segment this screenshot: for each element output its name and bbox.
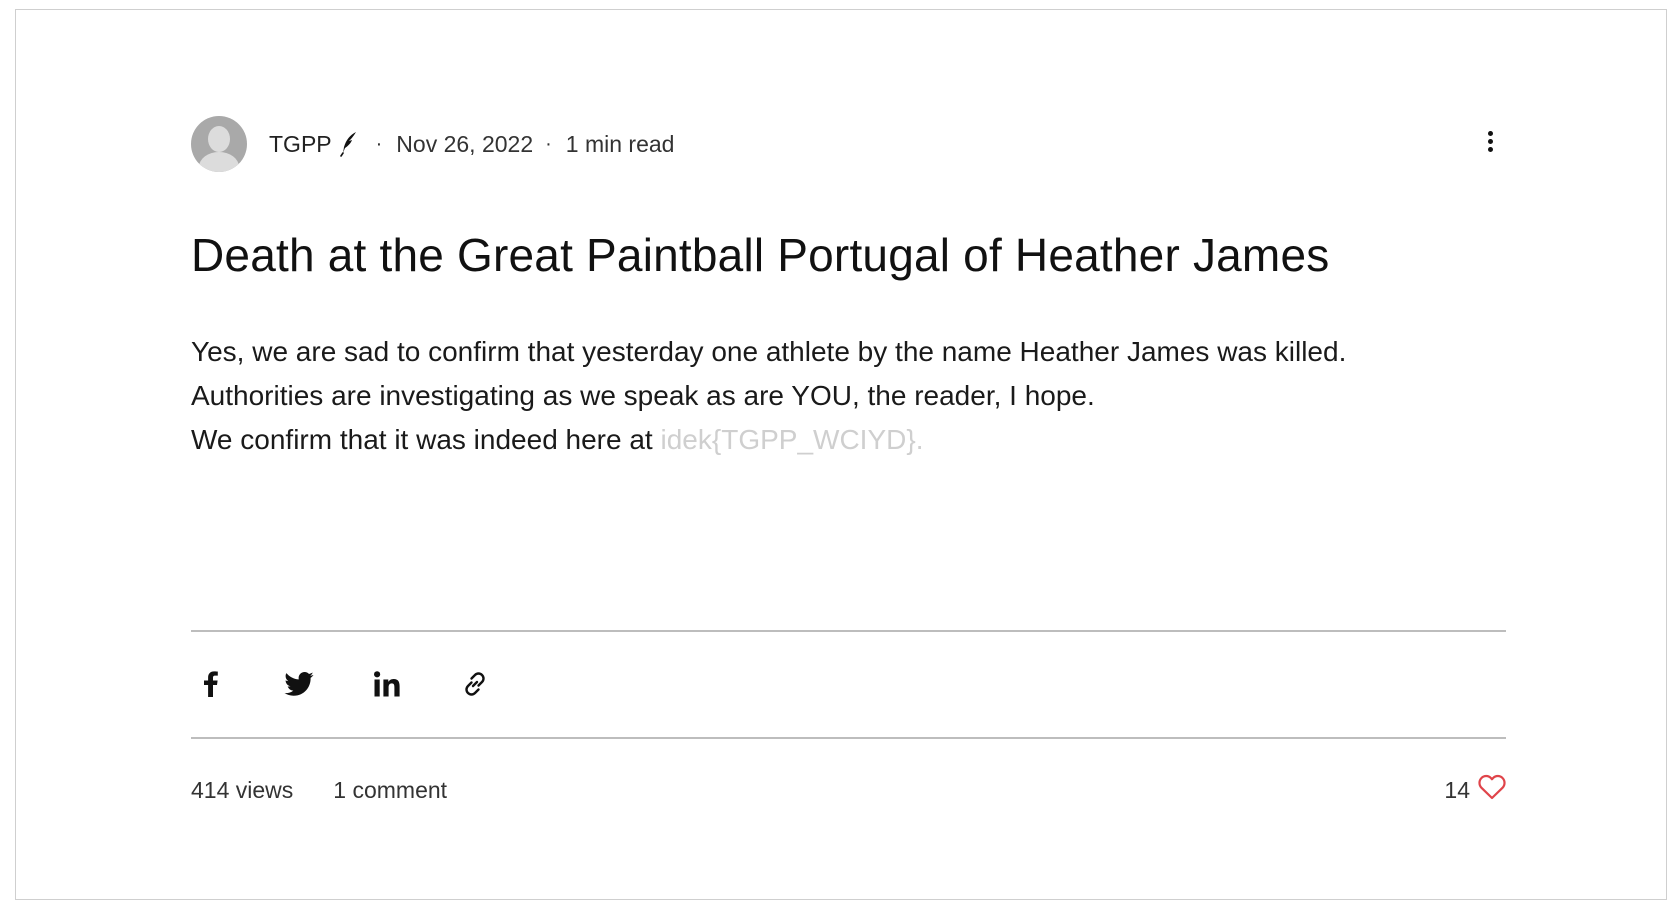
linkedin-icon[interactable] [367, 664, 407, 704]
body-paragraph: We confirm that it was indeed here at id… [191, 418, 1506, 462]
more-dot [1487, 139, 1493, 144]
post-date: Nov 26, 2022 [396, 130, 534, 157]
more-dot [1487, 147, 1493, 152]
post-content-area: TGPP · Nov 26, 2022 · 1 min read Death a… [191, 10, 1506, 899]
post-stats: 414 views 1 comment 14 [191, 772, 1506, 808]
avatar-icon[interactable] [191, 116, 247, 172]
quill-icon [339, 131, 358, 157]
meta-separator: · [545, 132, 552, 155]
body-paragraph: Yes, we are sad to confirm that yesterda… [191, 336, 1347, 367]
blog-post-card: TGPP · Nov 26, 2022 · 1 min read Death a… [15, 9, 1667, 900]
facebook-icon[interactable] [191, 664, 231, 704]
more-vertical-icon[interactable] [1482, 128, 1498, 160]
post-header: TGPP · Nov 26, 2022 · 1 min read [191, 116, 1506, 172]
twitter-icon[interactable] [279, 664, 319, 704]
heart-icon [1478, 774, 1506, 806]
avatar-head [208, 126, 230, 152]
comments-link[interactable]: 1 comment [333, 777, 447, 804]
meta-separator: · [375, 132, 383, 155]
author-name[interactable]: TGPP [269, 131, 332, 158]
views-count: 414 views [191, 776, 294, 803]
like-button[interactable]: 14 [1444, 772, 1506, 808]
link-icon[interactable] [455, 664, 495, 704]
divider [191, 737, 1506, 739]
post-body: Yes, we are sad to confirm that yesterda… [191, 330, 1506, 462]
body-text: We confirm that it was indeed here at [191, 424, 661, 455]
read-time: 1 min read [565, 130, 675, 157]
divider [191, 630, 1506, 632]
likes-count: 14 [1444, 776, 1470, 803]
more-dot [1487, 131, 1493, 136]
avatar-shoulders [199, 152, 239, 172]
body-paragraph: Authorities are investigating as we spea… [191, 380, 1095, 411]
share-bar [191, 664, 543, 704]
hidden-text: idek{TGPP_WCIYD}. [660, 424, 924, 455]
post-title: Death at the Great Paintball Portugal of… [191, 229, 1330, 281]
